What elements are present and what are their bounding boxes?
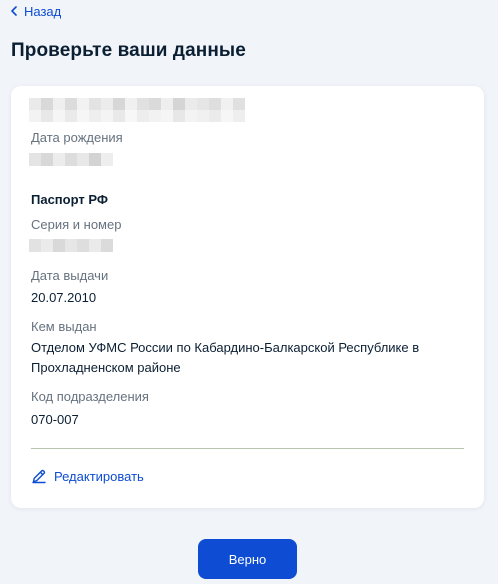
issued-by-value: Отделом УФМС России по Кабардино-Балкарс… [31,340,420,375]
data-review-card: Дата рождения Паспорт РФ Серия и номер Д… [11,86,484,508]
redacted-series-number [29,239,113,252]
edit-link[interactable]: Редактировать [31,468,144,484]
series-number-label: Серия и номер [31,217,122,232]
page-title: Проверьте ваши данные [11,40,246,61]
chevron-left-icon [10,6,18,16]
passport-section-title: Паспорт РФ [31,192,108,207]
issue-date-label: Дата выдачи [31,268,109,283]
back-link-label: Назад [24,3,62,19]
card-divider [31,448,464,449]
confirm-button[interactable]: Верно [198,539,297,579]
issue-date-value: 20.07.2010 [31,290,97,305]
back-link[interactable]: Назад [10,2,61,20]
pencil-icon [31,468,47,484]
birth-date-label: Дата рождения [31,130,123,145]
department-code-value: 070-007 [31,412,79,427]
issued-by-label: Кем выдан [31,319,97,334]
redacted-full-name [29,98,245,122]
department-code-label: Код подразделения [31,389,149,404]
edit-link-label: Редактировать [54,468,144,484]
redacted-birth-date [29,153,113,166]
